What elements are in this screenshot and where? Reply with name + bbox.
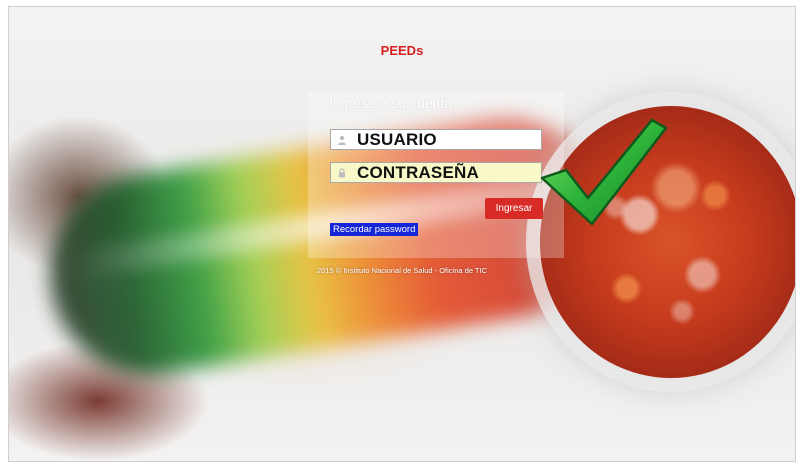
username-value: USUARIO [357,129,437,149]
login-button[interactable]: Ingresar [485,198,543,219]
app-title: PEEDs [380,43,424,58]
footer-copyright: 2015 © Instituto Nacional de Salud - Ofi… [316,266,488,275]
lock-icon [331,163,353,182]
username-field[interactable]: USUARIO [330,129,542,150]
login-heading: Ingrese a su cuenta [329,95,452,111]
password-field[interactable]: CONTRASEÑA [330,162,542,183]
user-icon [331,130,353,149]
checkmark-icon [540,118,668,226]
remember-password-link[interactable]: Recordar password [330,223,419,236]
password-value: CONTRASEÑA [357,162,479,182]
